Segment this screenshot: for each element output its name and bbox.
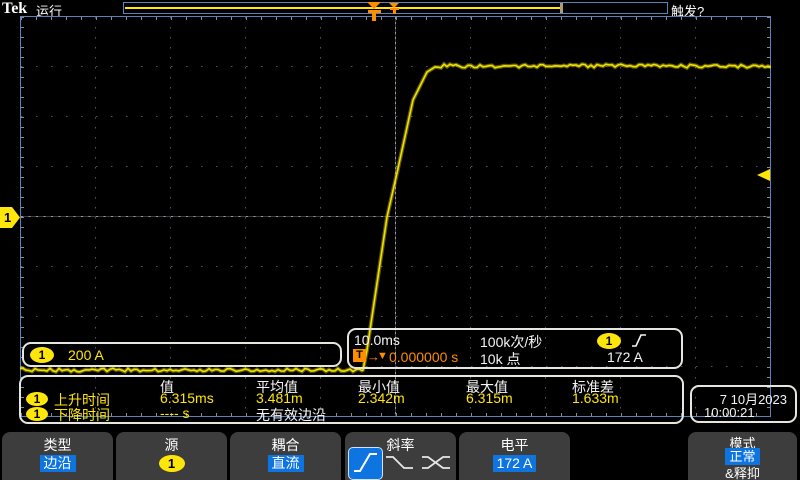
rising-slope-icon — [350, 448, 381, 477]
meas-name: 下降时间 — [54, 405, 110, 425]
oscilloscope-screen: Tek 运行 触发? 1 1 200 A 10.0ms T → ▼ 0.0000… — [0, 0, 800, 480]
meas-min: 2.342m — [358, 390, 405, 406]
rising-slope-selected[interactable] — [348, 447, 383, 480]
softkey-mode[interactable]: 模式 正常 &释抑 — [688, 432, 797, 480]
trigger-level-readout: 172 A — [607, 349, 643, 365]
softkey-menu: 类型 边沿 源 1 耦合 直流 斜率 电 — [0, 427, 800, 480]
channel1-position-marker[interactable]: 1 — [0, 207, 20, 228]
channel-scale: 200 A — [68, 347, 104, 363]
softkey-label: 源 — [116, 435, 227, 455]
type-value: 边沿 — [40, 455, 76, 472]
meas-mean: 3.481m — [256, 390, 303, 406]
level-value: 172 A — [493, 455, 537, 472]
channel-badge: 1 — [30, 347, 54, 363]
meas-max: 6.315m — [466, 390, 513, 406]
falling-slope-icon[interactable] — [385, 454, 415, 471]
trigger-position-icon — [393, 10, 396, 14]
coupling-value: 直流 — [268, 455, 304, 472]
softkey-level[interactable]: 电平 172 A — [459, 432, 570, 480]
softkey-coupling[interactable]: 耦合 直流 — [230, 432, 341, 480]
datetime-panel: 7 10月2023 10:00:21 — [690, 385, 797, 423]
both-slopes-icon[interactable] — [421, 454, 452, 471]
softkey-label: 类型 — [2, 435, 113, 455]
timebase-readout: 10.0ms — [354, 332, 400, 348]
meas-channel-badge: 1 — [26, 392, 48, 406]
softkey-label: 电平 — [459, 435, 570, 455]
channel1-trace — [20, 64, 771, 372]
channel1-trace — [20, 64, 771, 372]
channel-readout: 1 200 A — [22, 342, 342, 367]
source-channel-badge: 1 — [159, 455, 185, 472]
record-extent-line — [125, 7, 560, 9]
softkey-type[interactable]: 类型 边沿 — [2, 432, 113, 480]
meas-channel-badge: 1 — [26, 407, 48, 421]
down-triangle-icon: ▼ — [377, 350, 388, 362]
trigger-level-arrow-icon[interactable] — [757, 169, 770, 181]
trigger-t-icon: T — [353, 349, 366, 362]
softkey-label: 耦合 — [230, 435, 341, 455]
mode-holdoff-label: &释抑 — [688, 463, 797, 480]
record-position-bar[interactable] — [123, 2, 668, 14]
trigger-source-badge: 1 — [597, 333, 621, 349]
rising-slope-icon — [631, 333, 647, 348]
meas-value: 6.315ms — [160, 390, 214, 406]
meas-note: 无有效边沿 — [256, 405, 326, 425]
measurements-panel: 值 平均值 最小值 最大值 标准差 1 上升时间 6.315ms 3.481m … — [19, 375, 684, 424]
record-length-readout: 10k 点 — [480, 349, 520, 369]
trigger-delay-readout: 0.000000 s — [389, 349, 458, 365]
meas-stddev: 1.633m — [572, 390, 619, 406]
meas-value: ---- s — [160, 405, 190, 421]
trigger-position-marker-icon — [372, 13, 376, 21]
window-bracket — [560, 3, 563, 13]
trigger-readout: 10.0ms T → ▼ 0.000000 s 100k次/秒 10k 点 1 … — [347, 328, 683, 369]
trigger-position-marker-icon[interactable] — [367, 2, 381, 9]
softkey-source[interactable]: 源 1 — [116, 432, 227, 480]
time-readout: 10:00:21 — [704, 405, 755, 420]
softkey-slope[interactable]: 斜率 — [345, 432, 456, 480]
